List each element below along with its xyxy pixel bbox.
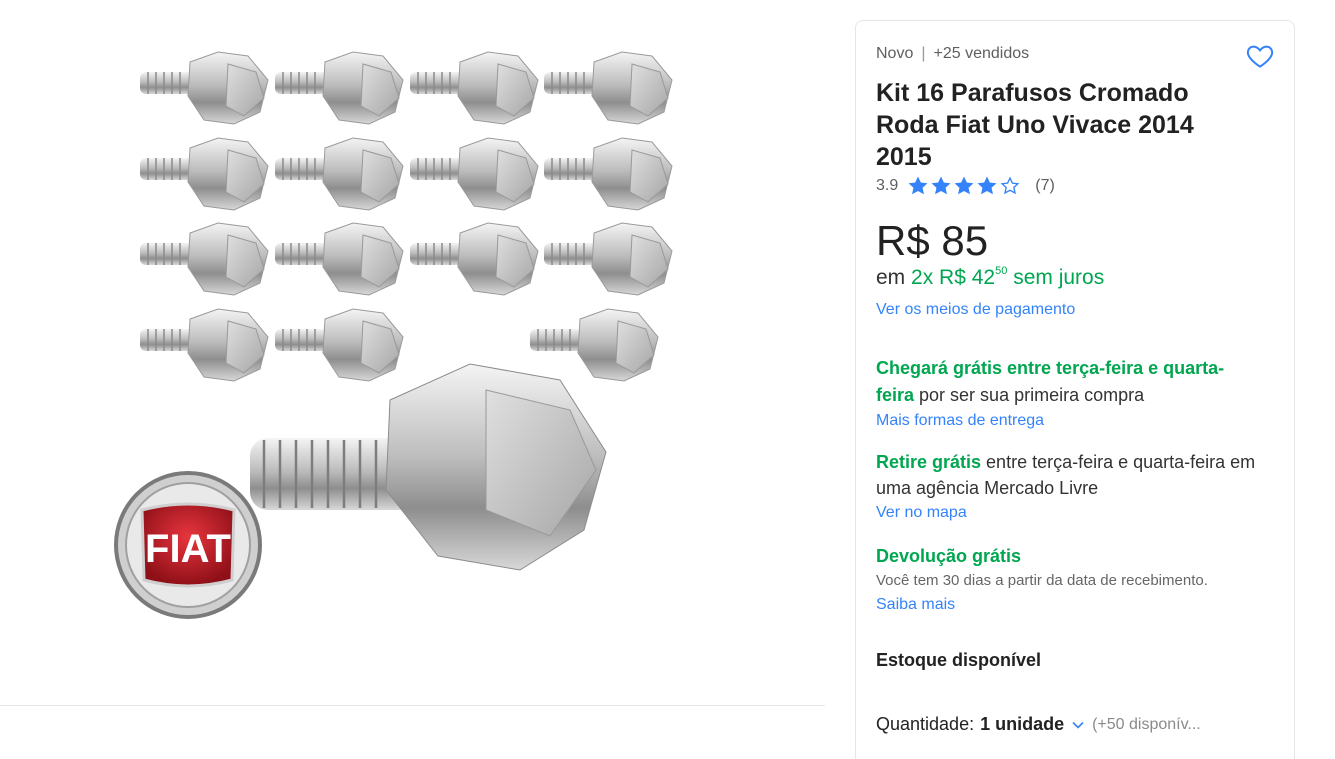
- star-icon: [977, 176, 997, 195]
- stock-label: Estoque disponível: [876, 650, 1042, 670]
- delivery-options-link[interactable]: Mais formas de entrega: [876, 409, 1256, 433]
- star-icon: [908, 176, 928, 195]
- available-quantity: (+50 disponív...: [1092, 715, 1201, 733]
- map-link[interactable]: Ver no mapa: [876, 501, 1266, 525]
- rating-summary[interactable]: 3.9 (7): [876, 175, 1055, 197]
- product-meta: Novo | +25 vendidos: [876, 45, 1029, 63]
- quantity-value[interactable]: 1 unidade: [980, 714, 1064, 735]
- buy-box: Novo | +25 vendidos Kit 16 Parafusos Croma…: [855, 20, 1295, 759]
- delivery-info: Chegará grátis entre terça-feira e quart…: [876, 355, 1256, 433]
- installments-count: 2x R$ 42: [911, 266, 996, 289]
- product-title: Kit 16 Parafusos Cromado Roda Fiat Uno V…: [876, 79, 1194, 171]
- gallery-divider: [0, 705, 825, 706]
- returns-info: Devolução grátis Você tem 30 dias a part…: [876, 543, 1276, 617]
- delivery-rest-text: por ser sua primeira compra: [914, 385, 1145, 405]
- payment-methods-link[interactable]: Ver os meios de pagamento: [876, 301, 1075, 319]
- review-count: (7): [1035, 177, 1055, 194]
- chevron-down-icon[interactable]: [1072, 721, 1084, 729]
- returns-text: Você tem 30 dias a partir da data de rec…: [876, 572, 1208, 589]
- quantity-label: Quantidade:: [876, 714, 975, 734]
- price: R$ 85: [876, 217, 989, 264]
- product-image[interactable]: FIAT: [100, 40, 700, 630]
- star-icon: [954, 176, 974, 195]
- learn-more-link[interactable]: Saiba mais: [876, 593, 1276, 617]
- returns-title: Devolução grátis: [876, 546, 1022, 566]
- meta-separator: |: [921, 45, 926, 62]
- heart-icon: [1246, 45, 1274, 68]
- pickup-info: Retire grátis entre terça-feira e quarta…: [876, 449, 1266, 525]
- star-icon: [931, 176, 951, 195]
- fiat-logo: FIAT: [114, 471, 262, 619]
- sold-count: +25 vendidos: [933, 45, 1030, 62]
- installments-amount: 2x R$ 4250 sem juros: [911, 265, 1105, 289]
- installments-suffix: sem juros: [1013, 266, 1105, 289]
- installments: em 2x R$ 4250 sem juros: [876, 265, 1104, 290]
- condition-label: Novo: [876, 45, 914, 62]
- rating-stars: [908, 176, 1023, 196]
- quantity-selector[interactable]: Quantidade: 1 unidade (+50 disponív...: [876, 714, 1201, 735]
- pickup-free-text: Retire grátis: [876, 452, 982, 472]
- installments-cents: 50: [995, 265, 1008, 277]
- installments-prefix: em: [876, 266, 906, 289]
- rating-value: 3.9: [876, 177, 899, 194]
- favorite-button[interactable]: [1245, 41, 1275, 71]
- product-gallery: FIAT: [0, 0, 825, 706]
- logo-text: FIAT: [145, 527, 231, 571]
- star-icon: [1000, 176, 1020, 195]
